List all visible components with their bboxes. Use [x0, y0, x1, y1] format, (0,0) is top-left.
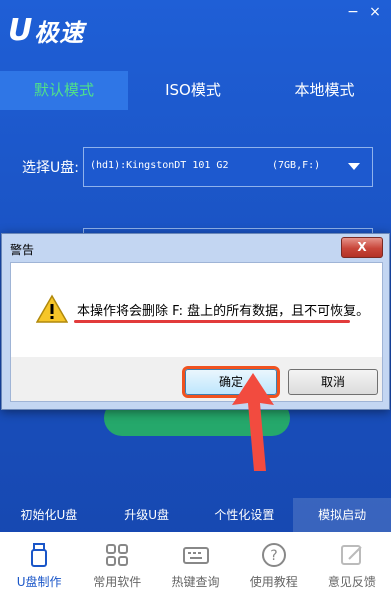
nav-tutorial[interactable]: ? 使用教程 — [235, 532, 313, 604]
dialog-message: 本操作将会删除 F: 盘上的所有数据，且不可恢复。 — [77, 304, 370, 319]
nav-label: U盘制作 — [16, 575, 62, 589]
help-icon: ? — [261, 543, 286, 567]
annotation-underline — [74, 320, 350, 323]
dialog-close-button[interactable]: X — [341, 237, 383, 258]
simulate-boot-button[interactable]: 模拟启动 — [293, 498, 391, 532]
close-button[interactable]: × — [366, 4, 384, 20]
app-logo: U 极速 — [8, 10, 84, 50]
nav-hotkey[interactable]: 热键查询 — [156, 532, 234, 604]
nav-usb-make[interactable]: U盘制作 — [0, 532, 78, 604]
tab-local-mode[interactable]: 本地模式 — [258, 71, 391, 110]
minimize-button[interactable]: − — [344, 4, 362, 20]
nav-common-software[interactable]: 常用软件 — [78, 532, 156, 604]
init-udisk-button[interactable]: 初始化U盘 — [0, 498, 98, 532]
tab-iso-mode[interactable]: ISO模式 — [128, 71, 258, 110]
apps-grid-icon — [106, 544, 129, 566]
select-udisk-label: 选择U盘: — [22, 160, 79, 176]
personalize-button[interactable]: 个性化设置 — [196, 498, 294, 532]
udisk-size: (7GB,F:) — [272, 160, 321, 171]
function-bar: 初始化U盘 升级U盘 个性化设置 模拟启动 — [0, 498, 391, 532]
upgrade-udisk-button[interactable]: 升级U盘 — [98, 498, 196, 532]
chevron-down-icon — [348, 163, 360, 170]
warning-icon — [36, 294, 68, 323]
warning-dialog: 警告 X 本操作将会删除 F: 盘上的所有数据，且不可恢复。 确定 取消 — [1, 233, 390, 410]
keyboard-icon — [182, 547, 209, 564]
nav-label: 热键查询 — [171, 575, 220, 589]
bottom-nav: U盘制作 常用软件 热键查询 ? 使用教程 意见反馈 — [0, 532, 391, 604]
mode-tabs: 默认模式 ISO模式 本地模式 — [0, 71, 391, 110]
logo-letter: U — [8, 12, 33, 48]
usb-icon — [31, 543, 48, 567]
edit-icon — [340, 545, 362, 565]
dialog-title: 警告 — [10, 243, 35, 257]
logo-text: 极速 — [34, 18, 85, 47]
udisk-select[interactable]: (hd1):KingstonDT 101 G2 (7GB,F:) — [83, 147, 373, 187]
udisk-name: (hd1):KingstonDT 101 G2 — [90, 160, 229, 171]
nav-label: 使用教程 — [249, 575, 298, 589]
tab-default-mode[interactable]: 默认模式 — [0, 71, 128, 110]
svg-text:?: ? — [270, 548, 277, 564]
app-window: U 极速 − × 默认模式 ISO模式 本地模式 选择U盘: (hd1):Kin… — [0, 0, 391, 604]
nav-label: 意见反馈 — [327, 575, 376, 589]
nav-feedback[interactable]: 意见反馈 — [313, 532, 391, 604]
dialog-body: 本操作将会删除 F: 盘上的所有数据，且不可恢复。 — [10, 262, 383, 359]
annotation-arrow-icon — [232, 373, 274, 471]
nav-label: 常用软件 — [93, 575, 142, 589]
cancel-button[interactable]: 取消 — [288, 369, 378, 395]
